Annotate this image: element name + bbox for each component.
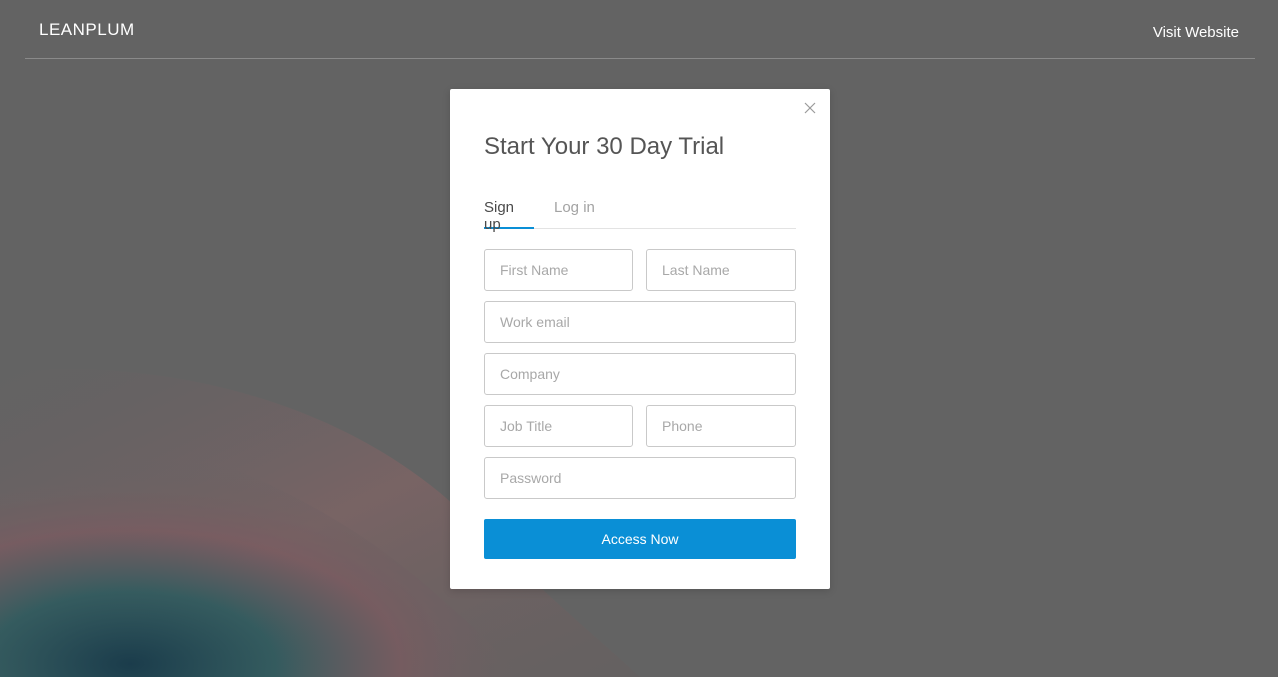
job-title-field[interactable] (484, 405, 633, 447)
last-name-field[interactable] (646, 249, 796, 291)
close-icon[interactable] (802, 100, 818, 116)
password-field[interactable] (484, 457, 796, 499)
visit-website-link[interactable]: Visit Website (1153, 24, 1239, 41)
tab-log-in[interactable]: Log in (554, 198, 595, 229)
access-now-button[interactable]: Access Now (484, 519, 796, 559)
first-name-field[interactable] (484, 249, 633, 291)
auth-tabs: Sign up Log in (484, 198, 796, 233)
top-header: LEANPLUM Visit Website (25, 0, 1255, 59)
phone-field[interactable] (646, 405, 796, 447)
work-email-field[interactable] (484, 301, 796, 343)
company-field[interactable] (484, 353, 796, 395)
modal-title: Start Your 30 Day Trial (484, 133, 725, 160)
leanplum-logo[interactable]: LEANPLUM (39, 20, 135, 40)
signup-modal: Start Your 30 Day Trial Sign up Log in A… (450, 89, 830, 589)
tab-sign-up[interactable]: Sign up (484, 198, 534, 233)
